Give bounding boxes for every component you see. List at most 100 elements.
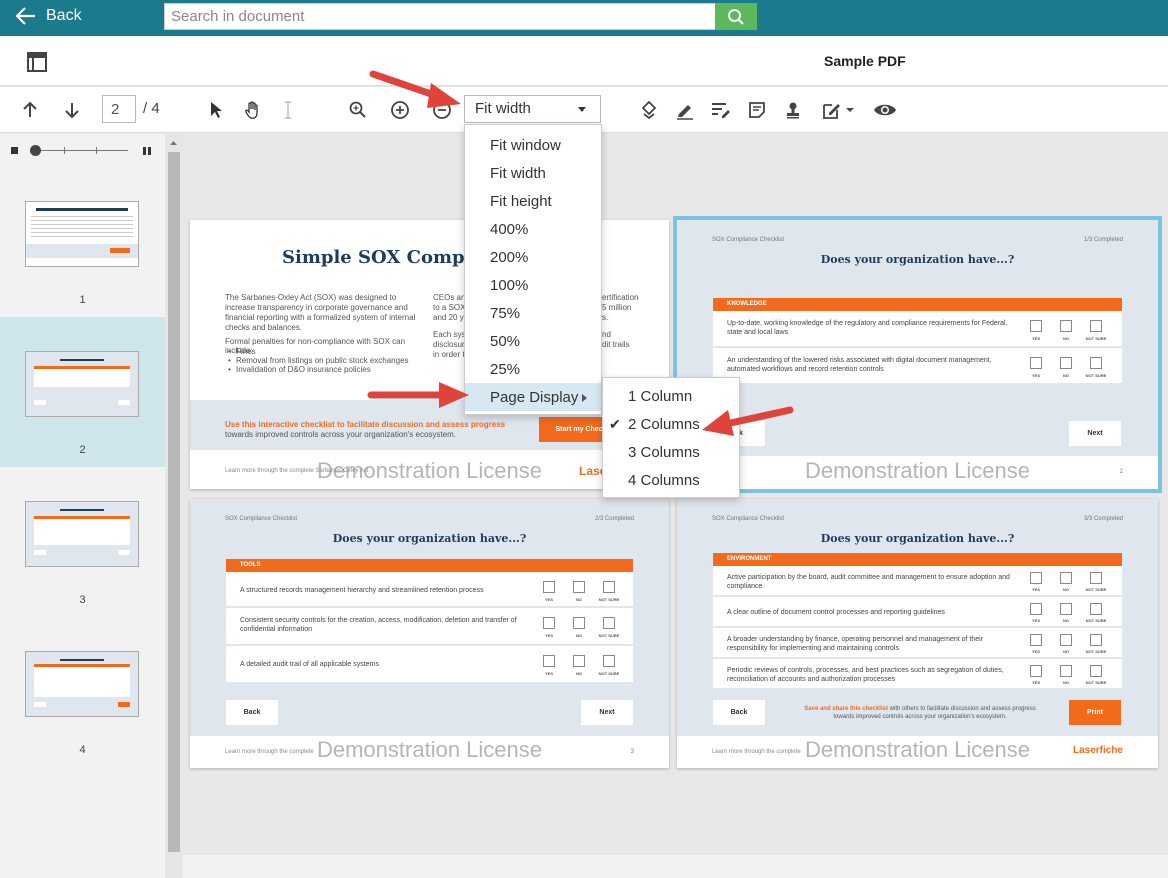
zoom-dropdown[interactable]: Fit width (464, 95, 601, 123)
caret-down-icon (578, 107, 586, 112)
scrollbar-thumb[interactable] (168, 152, 180, 852)
zoom-option-400[interactable]: 400% (465, 215, 601, 243)
back-page-button[interactable]: Back (226, 700, 278, 725)
not-sure-checkbox[interactable] (1090, 665, 1102, 677)
zoom-option-200[interactable]: 200% (465, 243, 601, 271)
not-sure-checkbox[interactable] (603, 617, 615, 629)
zoom-option-fit-width[interactable]: Fit width (465, 159, 601, 187)
not-sure-checkbox[interactable] (1090, 603, 1102, 615)
slider-handle[interactable] (30, 145, 41, 156)
pen-icon (677, 105, 693, 120)
document-page-4: SOX Compliance Checklist 3/3 Completed D… (677, 499, 1158, 768)
stamp-button[interactable] (781, 98, 805, 122)
thumbnail-page-3[interactable]: 3 (0, 467, 165, 617)
page-header-right: 3/3 Completed (1083, 516, 1123, 522)
select-tool-button[interactable] (204, 98, 228, 122)
text-select-tool-button[interactable] (276, 98, 300, 122)
yes-checkbox[interactable] (543, 581, 555, 593)
no-label: NO (576, 633, 582, 638)
no-checkbox[interactable] (1060, 665, 1072, 677)
sticky-note-button[interactable] (745, 98, 769, 122)
question-row: An understanding of the lowered risks as… (713, 348, 1122, 384)
yes-checkbox[interactable] (543, 617, 555, 629)
thumb-content (31, 216, 133, 240)
question-row: Periodic reviews of controls, processes,… (713, 659, 1122, 689)
no-checkbox[interactable] (573, 581, 585, 593)
no-label: NO (1063, 373, 1069, 378)
not-sure-checkbox[interactable] (1090, 320, 1102, 332)
next-page-button[interactable]: Next (581, 700, 633, 725)
columns-option-3[interactable]: 3 Columns (603, 438, 739, 466)
page-title: Does your organization have...? (820, 532, 1015, 545)
next-page-button[interactable]: Next (1069, 421, 1121, 446)
no-checkbox[interactable] (1060, 572, 1072, 584)
not-sure-label: NOT SURE (1085, 680, 1107, 685)
not-sure-checkbox[interactable] (603, 581, 615, 593)
note-icon (749, 102, 765, 118)
yes-checkbox[interactable] (1030, 357, 1042, 369)
thumbnail-image (25, 501, 139, 567)
zoom-option-fit-height[interactable]: Fit height (465, 187, 601, 215)
thumbnail-page-2[interactable]: 2 (0, 317, 165, 467)
share-text: Save and share this checklist with other… (795, 705, 1045, 721)
stamp-annotation-button[interactable] (637, 98, 661, 122)
back-button[interactable]: Back (16, 5, 82, 27)
page-number-input[interactable] (102, 95, 136, 123)
thumb-content (60, 509, 104, 511)
shape-annotation-icon (641, 100, 657, 120)
yes-checkbox[interactable] (1030, 603, 1042, 615)
back-page-button[interactable]: Back (713, 700, 765, 725)
not-sure-checkbox[interactable] (1090, 634, 1102, 646)
no-checkbox[interactable] (1060, 320, 1072, 332)
next-page-button[interactable] (60, 98, 84, 122)
question-text: Active participation by the board, audit… (727, 574, 1010, 590)
view-mode-button[interactable] (873, 98, 897, 122)
search-button[interactable] (715, 3, 757, 30)
zoom-option-50[interactable]: 50% (465, 327, 601, 355)
thumbnail-number: 2 (79, 444, 86, 456)
yes-checkbox[interactable] (1030, 634, 1042, 646)
columns-option-4[interactable]: 4 Columns (603, 466, 739, 494)
no-checkbox[interactable] (573, 617, 585, 629)
page-header-left: SOX Compliance Checklist (712, 237, 785, 243)
print-button[interactable]: Print (1069, 700, 1121, 725)
text-fragment: nd (602, 330, 611, 339)
thumbnail-page-1[interactable]: 1 (0, 169, 165, 319)
page-display-menu-item[interactable]: Page Display (465, 383, 601, 411)
no-checkbox[interactable] (1060, 603, 1072, 615)
search-input[interactable] (164, 3, 715, 30)
no-checkbox[interactable] (1060, 357, 1072, 369)
zoom-option-75[interactable]: 75% (465, 299, 601, 327)
no-label: NO (1063, 649, 1069, 654)
back-label: Back (46, 7, 82, 24)
small-thumbnails-icon (11, 147, 18, 154)
document-page-3: SOX Compliance Checklist 2/3 Completed D… (190, 499, 669, 768)
yes-checkbox[interactable] (1030, 665, 1042, 677)
not-sure-checkbox[interactable] (1090, 357, 1102, 369)
yes-checkbox[interactable] (1030, 320, 1042, 332)
not-sure-checkbox[interactable] (603, 655, 615, 667)
previous-page-button[interactable] (18, 98, 42, 122)
question-row: A broader understanding by finance, oper… (713, 628, 1122, 658)
page-header-left: SOX Compliance Checklist (712, 516, 785, 522)
no-checkbox[interactable] (1060, 634, 1072, 646)
sidebar-toggle-button[interactable] (26, 51, 48, 78)
zoom-option-25[interactable]: 25% (465, 355, 601, 383)
text-annotation-button[interactable] (709, 98, 733, 122)
thumbnail-page-4[interactable]: 4 (0, 617, 165, 767)
section-header: ENVIRONMENT (713, 553, 1122, 566)
page-header-right: 2/3 Completed (594, 516, 634, 522)
edit-menu-button[interactable] (819, 98, 857, 122)
zoom-option-fit-window[interactable]: Fit window (465, 131, 601, 159)
yes-checkbox[interactable] (1030, 572, 1042, 584)
thumbnail-size-slider[interactable] (0, 134, 165, 166)
not-sure-label: NOT SURE (1085, 587, 1107, 592)
viewer-footer-bar (183, 855, 1168, 878)
question-row: A structured records management hierarch… (226, 572, 633, 607)
pan-tool-button[interactable] (241, 98, 265, 122)
not-sure-checkbox[interactable] (1090, 572, 1102, 584)
yes-checkbox[interactable] (543, 655, 555, 667)
zoom-option-100[interactable]: 100% (465, 271, 601, 299)
no-checkbox[interactable] (573, 655, 585, 667)
highlight-button[interactable] (673, 98, 697, 122)
